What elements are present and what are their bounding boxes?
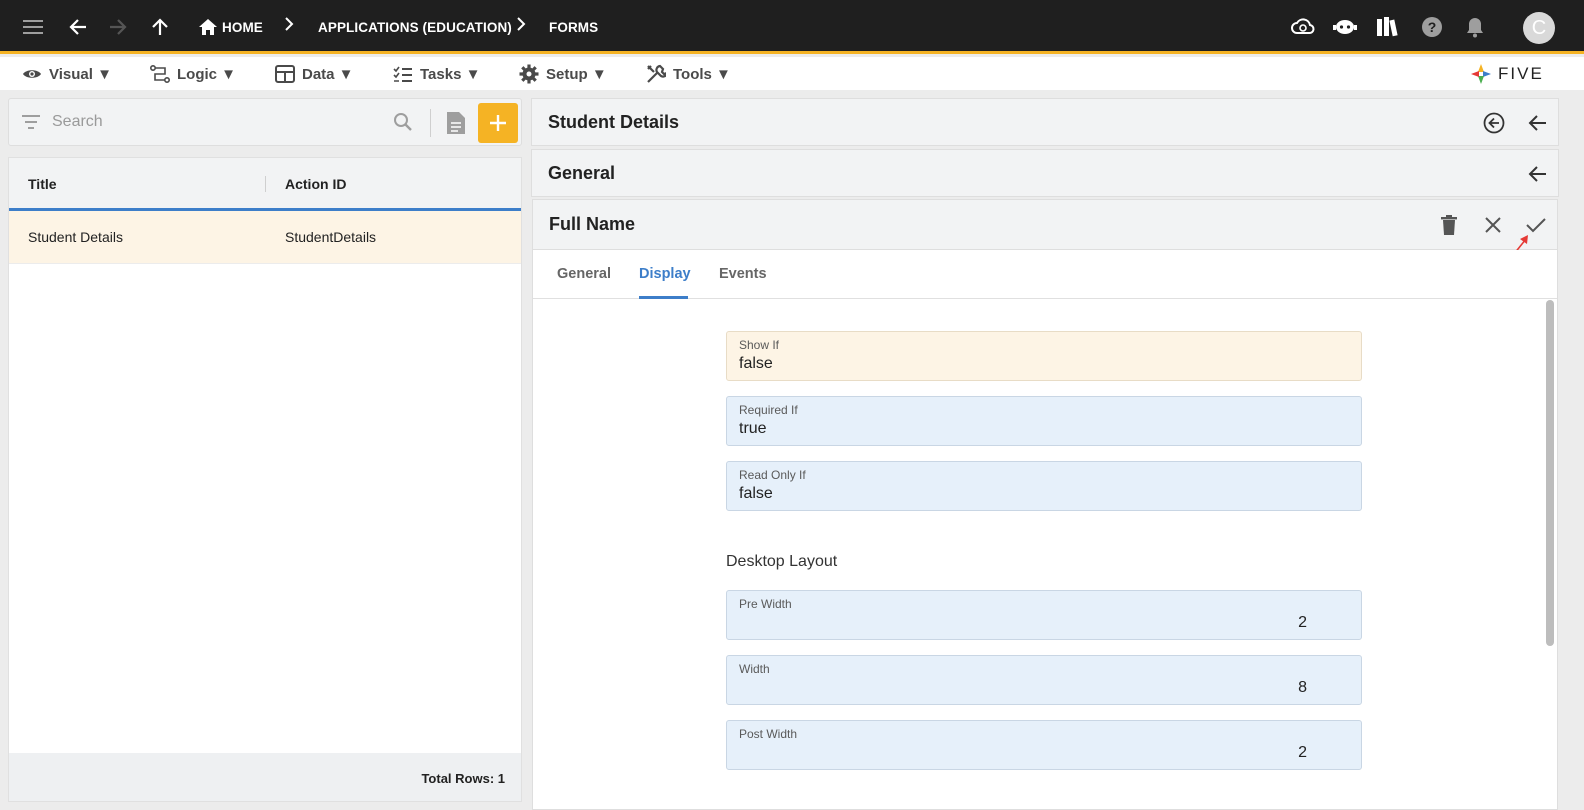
back-arrow-icon[interactable] [1526, 162, 1550, 186]
column-divider[interactable] [265, 176, 266, 192]
breadcrumb-forms[interactable]: FORMS [549, 20, 598, 35]
read-only-if-label: Read Only If [739, 468, 806, 482]
logic-flow-icon [150, 65, 170, 83]
list-header: Title Action ID [9, 158, 521, 211]
menu-tools-label: Tools ▼ [673, 65, 731, 83]
left-panel: Search Title Action ID Student Details S… [8, 98, 522, 802]
help-icon[interactable]: ? [1419, 14, 1445, 40]
pre-width-value[interactable]: 2 [1298, 614, 1307, 632]
menu-data-label: Data ▼ [302, 65, 354, 83]
plus-icon [490, 115, 506, 131]
menu-logic[interactable]: Logic ▼ [150, 63, 236, 85]
section-header: General [531, 149, 1559, 197]
cloud-sync-icon[interactable] [1290, 14, 1316, 40]
library-icon[interactable] [1375, 14, 1401, 40]
tab-display[interactable]: Display [639, 266, 691, 282]
post-width-label: Post Width [739, 727, 798, 741]
required-if-field[interactable]: Required If true [726, 396, 1362, 446]
section-title: General [548, 163, 616, 183]
width-label: Width [739, 662, 770, 676]
back-arrow-icon[interactable] [1526, 111, 1550, 135]
record-header: Student Details [531, 98, 1559, 146]
notifications-icon[interactable] [1462, 14, 1488, 40]
cell-title: Student Details [28, 229, 123, 245]
search-icon[interactable] [393, 112, 413, 132]
list-footer: Total Rows: 1 [9, 753, 521, 801]
required-if-value[interactable]: true [739, 420, 767, 438]
search-input[interactable]: Search [52, 113, 103, 131]
menu-setup[interactable]: Setup ▼ [519, 63, 607, 85]
checklist-icon [393, 66, 412, 82]
menu-data[interactable]: Data ▼ [275, 63, 354, 85]
form-header: Full Name [533, 200, 1557, 260]
pre-width-label: Pre Width [739, 597, 792, 611]
post-width-field[interactable]: Post Width 2 [726, 720, 1362, 770]
field-form: Full Name General Display Events Show If… [532, 199, 1558, 810]
scrollbar[interactable] [1546, 300, 1555, 808]
record-list: Title Action ID Student Details StudentD… [8, 157, 522, 802]
circle-back-icon[interactable] [1482, 111, 1506, 135]
close-icon[interactable] [1481, 213, 1505, 237]
tab-events[interactable]: Events [719, 266, 767, 282]
top-bar: HOME APPLICATIONS (EDUCATION) FORMS ? C [0, 0, 1584, 54]
form-title: Full Name [549, 214, 636, 234]
post-width-value[interactable]: 2 [1298, 744, 1307, 762]
pre-width-field[interactable]: Pre Width 2 [726, 590, 1362, 640]
breadcrumb-applications[interactable]: APPLICATIONS (EDUCATION) [318, 20, 512, 35]
filter-icon[interactable] [21, 114, 41, 130]
show-if-value[interactable]: false [739, 355, 773, 373]
table-icon [275, 65, 295, 83]
chevron-right-icon [516, 16, 526, 37]
menu-visual[interactable]: Visual ▼ [22, 63, 112, 85]
table-row[interactable]: Student Details StudentDetails [9, 211, 521, 264]
chat-bot-icon[interactable] [1332, 14, 1358, 40]
five-logo-icon [1471, 64, 1491, 84]
width-value[interactable]: 8 [1298, 679, 1307, 697]
menu-logic-label: Logic ▼ [177, 65, 237, 83]
required-if-label: Required If [739, 403, 798, 417]
gear-icon [519, 64, 539, 84]
menu-tasks-label: Tasks ▼ [420, 65, 481, 83]
forward-arrow-icon[interactable] [105, 14, 131, 40]
tools-icon [647, 64, 666, 83]
record-title: Student Details [548, 112, 680, 132]
up-arrow-icon[interactable] [147, 14, 173, 40]
eye-icon [23, 70, 41, 78]
add-button[interactable] [478, 103, 518, 143]
home-icon[interactable] [195, 14, 221, 40]
breadcrumb-home[interactable]: HOME [222, 20, 263, 35]
logo-text: FIVE [1498, 64, 1544, 83]
avatar[interactable]: C [1523, 12, 1555, 44]
read-only-if-field[interactable]: Read Only If false [726, 461, 1362, 511]
width-field[interactable]: Width 8 [726, 655, 1362, 705]
chevron-right-icon [284, 16, 294, 37]
tab-general[interactable]: General [557, 266, 611, 282]
column-header-action-id[interactable]: Action ID [285, 176, 346, 192]
menu-tasks[interactable]: Tasks ▼ [393, 63, 480, 85]
menu-visual-label: Visual ▼ [49, 65, 112, 83]
back-arrow-icon[interactable] [65, 14, 91, 40]
five-logo: FIVE [1470, 61, 1544, 87]
total-rows: Total Rows: 1 [421, 771, 505, 786]
menu-icon[interactable] [21, 14, 47, 40]
scrollbar-thumb[interactable] [1546, 300, 1554, 646]
menu-setup-label: Setup ▼ [546, 65, 607, 83]
show-if-label: Show If [739, 338, 780, 352]
search-bar: Search [8, 98, 522, 146]
show-if-field[interactable]: Show If false [726, 331, 1362, 381]
svg-text:?: ? [1428, 19, 1437, 35]
menu-tools[interactable]: Tools ▼ [646, 63, 731, 85]
active-tab-indicator [639, 296, 688, 299]
read-only-if-value[interactable]: false [739, 485, 773, 503]
cell-action-id: StudentDetails [285, 229, 377, 245]
document-icon[interactable] [446, 111, 466, 135]
menu-bar: Visual ▼ Logic ▼ Data ▼ Tasks ▼ Setup ▼ … [0, 57, 1584, 90]
column-header-title[interactable]: Title [28, 176, 57, 192]
form-tabs: General Display Events [533, 250, 1557, 299]
delete-icon[interactable] [1437, 213, 1461, 237]
divider [430, 109, 431, 137]
desktop-layout-heading: Desktop Layout [726, 553, 838, 570]
